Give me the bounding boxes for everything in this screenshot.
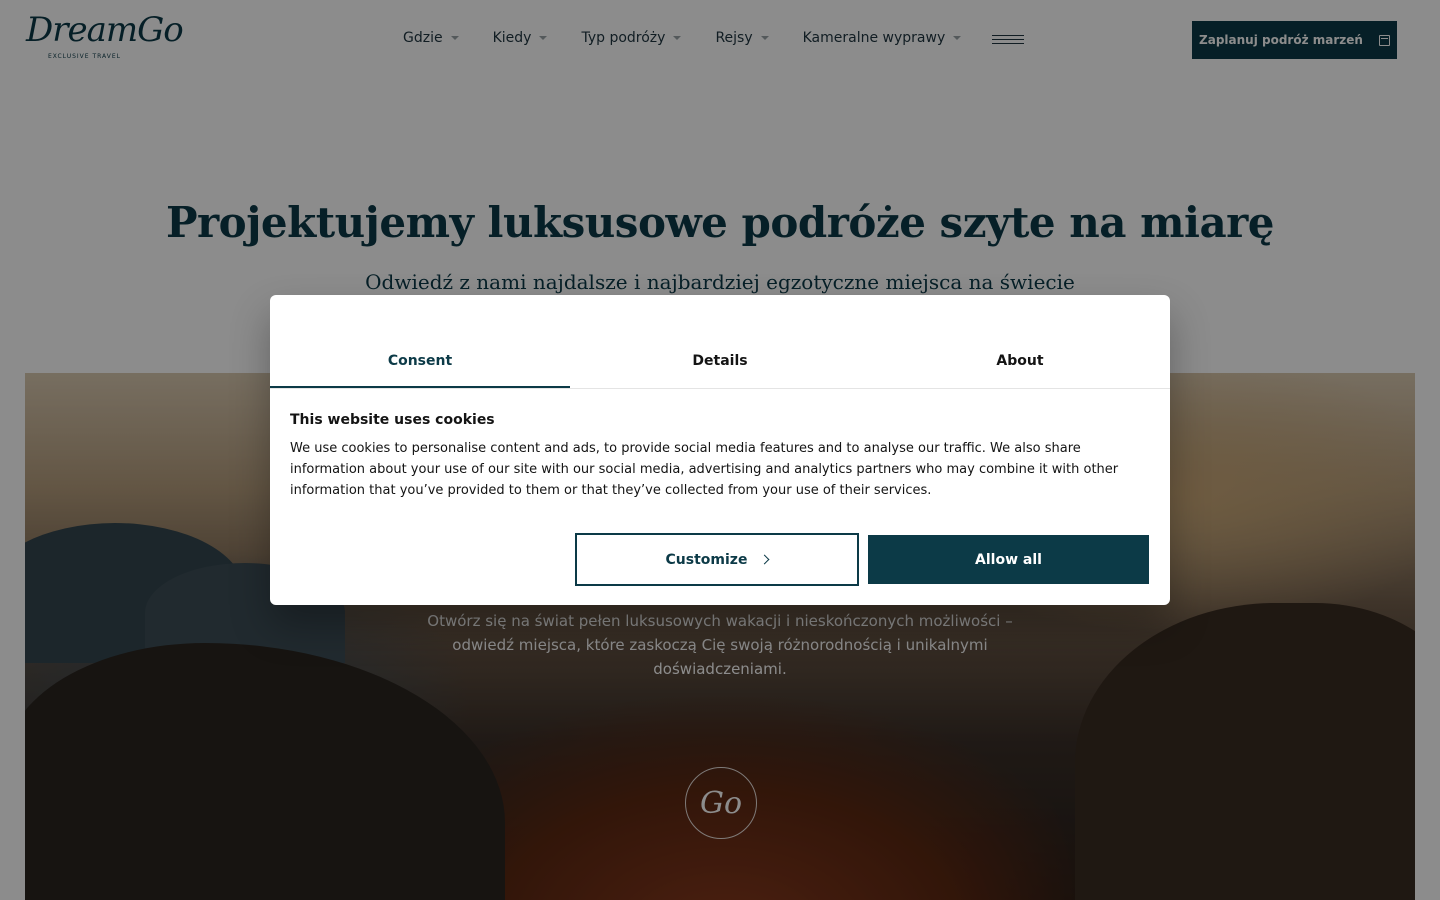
cookie-description: We use cookies to personalise content an… [290, 441, 1119, 498]
allow-all-button[interactable]: Allow all [868, 535, 1149, 584]
customize-label: Customize [665, 551, 748, 568]
cookie-consent-dialog: Consent Details About This website uses … [270, 295, 1170, 605]
chevron-right-icon [760, 554, 770, 565]
customize-button[interactable]: Customize [575, 533, 859, 586]
tab-divider [270, 388, 1170, 389]
tab-details[interactable]: Details [570, 333, 870, 389]
tab-consent[interactable]: Consent [270, 333, 570, 389]
tab-about[interactable]: About [870, 333, 1170, 389]
cookie-title: This website uses cookies [290, 412, 495, 428]
cookie-tabs: Consent Details About [270, 333, 1170, 389]
